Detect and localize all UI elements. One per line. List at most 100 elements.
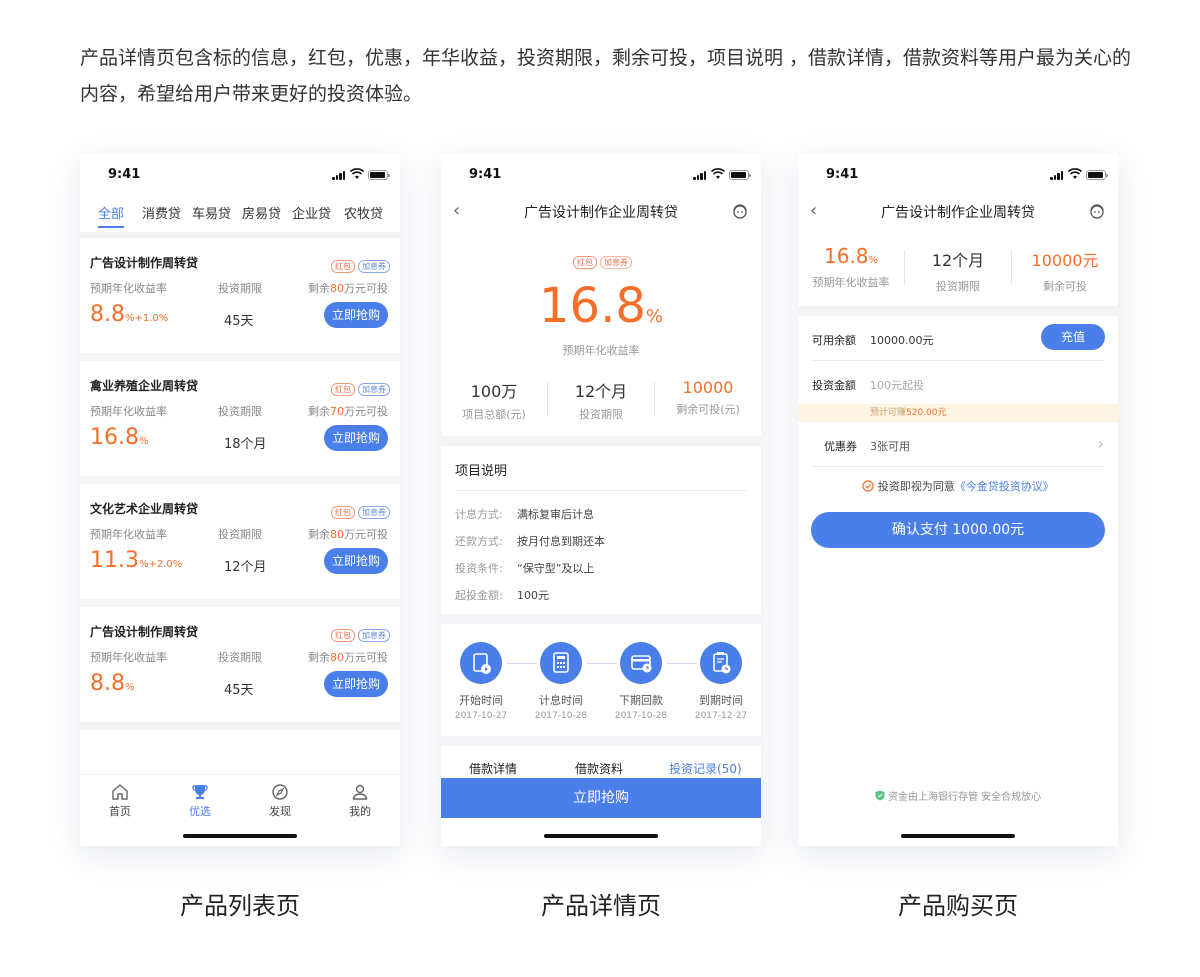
wifi-icon	[350, 168, 364, 179]
detail-value: 按月付息到期还本	[517, 535, 605, 548]
divider	[547, 382, 548, 416]
remain-prefix: 剩余	[308, 405, 330, 418]
term-label: 投资期限	[218, 282, 262, 295]
buy-now-button[interactable]: 立即抢购	[324, 302, 388, 328]
tabbar-featured[interactable]: 优选	[170, 783, 230, 819]
remain-value: 10000元	[1031, 251, 1099, 270]
remain-suffix: 万元可投	[344, 528, 388, 541]
buy-now-button[interactable]: 立即抢购	[324, 548, 388, 574]
step-date: 2017-12-27	[694, 711, 748, 721]
stat-remain-label: 剩余可投(元)	[676, 403, 740, 416]
tab-house[interactable]: 房易贷	[242, 203, 281, 222]
tabbar-home-label: 首页	[109, 805, 131, 818]
product-card[interactable]: 文化艺术企业周转贷 红包 加息券 预期年化收益率 投资期限 剩余80万元可投 11…	[80, 484, 400, 599]
status-time: 9:41	[108, 167, 141, 182]
check-circle-icon[interactable]	[862, 480, 874, 492]
term-label: 投资期限	[218, 405, 262, 418]
caption-detail-page: 产品详情页	[541, 892, 661, 920]
product-card[interactable]: 广告设计制作周转贷 红包 加息券 预期年化收益率 投资期限 剩余80万元可投 8.…	[80, 607, 400, 722]
stat-term-value: 12个月	[574, 382, 628, 401]
tabbar-discover[interactable]: 发现	[250, 783, 310, 819]
tab-enterprise[interactable]: 企业贷	[292, 203, 331, 222]
tab-all[interactable]: 全部	[98, 203, 124, 222]
rate-unit: %	[645, 306, 663, 327]
rate-unit: %	[125, 313, 135, 324]
stat-remain-value: 10000	[682, 378, 734, 397]
chevron-right-icon[interactable]: ›	[1098, 434, 1104, 453]
signal-icon	[1050, 171, 1064, 180]
coupon-label: 优惠券	[824, 440, 857, 453]
battery-icon	[1086, 170, 1108, 180]
customer-service-icon[interactable]	[1088, 202, 1106, 220]
product-card[interactable]: 广告设计制作周转贷 红包 加息券 预期年化收益率 投资期限 剩余80万元可投 8.…	[80, 238, 400, 353]
rate-label: 预期年化收益率	[90, 282, 167, 295]
step-name: 下期回款	[619, 694, 663, 707]
rate-unit: %	[138, 559, 149, 570]
status-time: 9:41	[826, 167, 859, 182]
rate-value: 16.8	[90, 425, 139, 450]
amount-label: 投资金额	[812, 379, 856, 392]
signal-icon	[693, 171, 707, 180]
divider	[455, 490, 747, 491]
project-description: 项目说明 计息方式: 满标复审后计息 还款方式: 按月付息到期还本 投资条件: “保守…	[441, 446, 761, 614]
redpacket-tag: 红包	[331, 629, 355, 642]
rate-label: 预期年化收益率	[90, 405, 167, 418]
tab-car[interactable]: 车易贷	[192, 203, 231, 222]
recharge-button[interactable]: 充值	[1041, 324, 1105, 350]
detail-key: 还款方式:	[455, 535, 503, 548]
loan-tabs: 借款详情 借款资料 投资记录(50)	[441, 746, 761, 778]
term-value: 12个月	[224, 560, 267, 575]
detail-key: 计息方式:	[455, 508, 503, 521]
list-page-screen: 9:41 全部 消费贷 车易贷 房易贷 企业贷 农牧贷 广告设计制作周转贷 红包…	[80, 154, 400, 846]
coupon-tag: 加息券	[600, 256, 632, 269]
timeline-step: 下期回款 2017-10-28	[601, 642, 681, 721]
compass-icon	[272, 784, 288, 800]
rate-unit: %	[868, 255, 879, 266]
tab-loan-details[interactable]: 借款详情	[469, 760, 517, 777]
rate-hero: 红包 加息券 16.8% 预期年化收益率 100万 项目总额(元) 12个月 投资期限…	[441, 230, 761, 436]
tab-consumer[interactable]: 消费贷	[142, 203, 181, 222]
redpacket-tag: 红包	[331, 260, 355, 273]
tabbar-mine[interactable]: 我的	[330, 783, 390, 819]
amount-input[interactable]: 100元起投	[870, 377, 924, 393]
tab-farm[interactable]: 农牧贷	[344, 203, 383, 222]
play-doc-icon	[473, 653, 491, 674]
home-indicator	[544, 834, 658, 838]
divider	[904, 250, 905, 284]
confirm-pay-button[interactable]: 确认支付 1000.00元	[811, 512, 1105, 548]
divider	[654, 382, 655, 416]
coupon-tag: 加息券	[358, 260, 390, 273]
buy-now-button[interactable]: 立即抢购	[324, 425, 388, 451]
redpacket-tag: 红包	[331, 506, 355, 519]
term-value: 18个月	[224, 437, 267, 452]
term-value: 12个月	[931, 251, 985, 270]
home-indicator	[183, 834, 297, 838]
coupon-value[interactable]: 3张可用	[870, 438, 910, 454]
rate-value: 8.8	[90, 302, 125, 327]
remain-suffix: 万元可投	[344, 282, 388, 295]
section-title: 项目说明	[455, 464, 508, 479]
earn-value: 520.00元	[906, 408, 947, 418]
calculator-icon	[553, 652, 569, 673]
wifi-icon	[1068, 168, 1082, 179]
buy-now-button[interactable]: 立即抢购	[324, 671, 388, 697]
battery-icon	[368, 170, 390, 180]
safe-deposit-text: 资金由上海银行存管 安全合规放心	[888, 792, 1042, 803]
customer-service-icon[interactable]	[731, 202, 749, 220]
agreement-link[interactable]: 《今金贷投资协议》	[955, 480, 1054, 493]
rate-bonus: +1.0%	[134, 313, 169, 324]
product-title: 禽业养殖企业周转贷	[90, 379, 199, 393]
buy-now-button[interactable]: 立即抢购	[441, 778, 761, 818]
tab-loan-documents[interactable]: 借款资料	[575, 760, 623, 777]
rate-value: 8.8	[90, 671, 125, 696]
intro-text: 产品详情页包含标的信息，红包，优惠，年华收益，投资期限，剩余可投，项目说明 ，借…	[80, 47, 1132, 105]
earn-prefix: 预计可赚	[870, 408, 907, 418]
detail-page-screen: 9:41 ‹ 广告设计制作企业周转贷 红包 加息券 16.8% 预期年化收益率 1…	[441, 154, 761, 846]
home-icon	[112, 784, 128, 800]
product-title: 广告设计制作周转贷	[90, 625, 199, 639]
rate-value: 16.8	[823, 244, 869, 268]
tabbar-home[interactable]: 首页	[90, 783, 150, 819]
tab-invest-records[interactable]: 投资记录(50)	[669, 760, 742, 777]
agree-text: 投资即视为同意	[877, 480, 955, 493]
product-card[interactable]: 禽业养殖企业周转贷 红包 加息券 预期年化收益率 投资期限 剩余70万元可投 16…	[80, 361, 400, 476]
